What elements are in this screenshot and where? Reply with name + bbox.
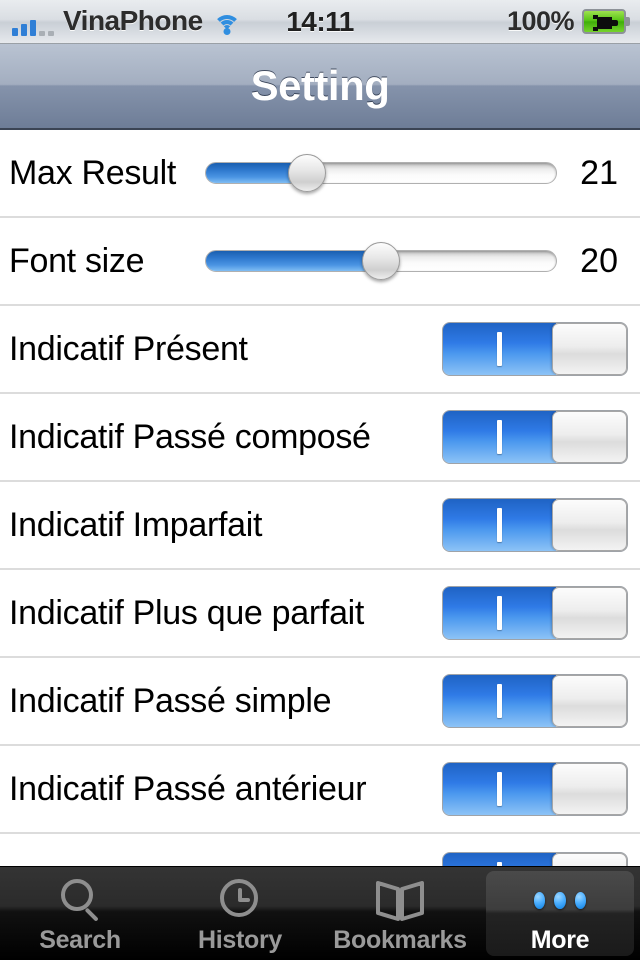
tab-label: More: [530, 925, 590, 954]
page-title: Setting: [250, 62, 390, 109]
table-row[interactable]: Indicatif Présent: [0, 306, 640, 394]
status-bar: VinaPhone 14:11 100%: [0, 0, 640, 44]
table-row[interactable]: Indicatif Passé antérieur: [0, 746, 640, 834]
toggle-on-mark-icon: [497, 420, 502, 454]
toggle-on-mark-icon: [497, 772, 502, 806]
phone-screen: VinaPhone 14:11 100% Setting Max Result …: [0, 0, 640, 960]
tab-history[interactable]: History: [160, 867, 320, 960]
toggle-switch[interactable]: [442, 322, 628, 376]
table-row[interactable]: Indicatif Passé simple: [0, 658, 640, 746]
three-dots-icon: [534, 877, 586, 925]
toggle-knob[interactable]: [552, 411, 627, 463]
table-row-partial[interactable]: [0, 834, 640, 866]
tab-label: Bookmarks: [333, 925, 467, 954]
status-bar-right: 100%: [507, 6, 630, 37]
toggle-knob[interactable]: [552, 587, 627, 639]
font-size-slider[interactable]: [205, 242, 557, 280]
toggle-knob[interactable]: [552, 763, 627, 815]
toggle-switch[interactable]: [442, 852, 628, 866]
toggle-on-mark-icon: [497, 684, 502, 718]
slider-value: 21: [580, 153, 618, 192]
row-label: Indicatif Présent: [9, 329, 248, 368]
toggle-switch[interactable]: [442, 762, 628, 816]
toggle-on-track: [443, 763, 556, 815]
toggle-switch[interactable]: [442, 586, 628, 640]
battery-percent-label: 100%: [506, 6, 575, 36]
table-row[interactable]: Indicatif Plus que parfait: [0, 570, 640, 658]
toggle-on-track: [443, 323, 556, 375]
row-label: Max Result: [9, 153, 177, 192]
toggle-on-mark-icon: [497, 508, 502, 542]
tab-search[interactable]: Search: [0, 867, 160, 960]
battery-charging-icon: [582, 9, 630, 34]
table-row[interactable]: Indicatif Passé composé: [0, 394, 640, 482]
navigation-bar: Setting: [0, 44, 640, 130]
toggle-knob[interactable]: [552, 323, 627, 375]
row-label: Indicatif Passé antérieur: [9, 769, 367, 808]
row-label: Indicatif Plus que parfait: [9, 593, 365, 632]
toggle-switch[interactable]: [442, 674, 628, 728]
slider-fill: [206, 251, 381, 271]
toggle-on-mark-icon: [497, 332, 502, 366]
slider-thumb[interactable]: [362, 242, 400, 280]
toggle-knob[interactable]: [552, 675, 627, 727]
max-result-slider[interactable]: [205, 154, 557, 192]
table-row[interactable]: Indicatif Imparfait: [0, 482, 640, 570]
slider-thumb[interactable]: [288, 154, 327, 192]
toggle-on-track: [443, 499, 556, 551]
slider-track[interactable]: [205, 162, 557, 184]
row-label: Indicatif Imparfait: [9, 505, 263, 544]
row-label: Font size: [9, 241, 145, 280]
toggle-on-track: [443, 675, 556, 727]
tab-more[interactable]: More: [480, 867, 640, 960]
toggle-knob[interactable]: [552, 499, 627, 551]
table-row[interactable]: Font size 20: [0, 218, 640, 306]
toggle-switch[interactable]: [442, 498, 628, 552]
toggle-on-track: [443, 587, 556, 639]
toggle-switch[interactable]: [442, 410, 628, 464]
clock-icon: [214, 877, 266, 925]
tab-bar[interactable]: Search History Bookmarks More: [0, 866, 640, 960]
tab-label: History: [197, 925, 283, 954]
toggle-on-mark-icon: [497, 596, 502, 630]
table-row[interactable]: Max Result 21: [0, 130, 640, 218]
settings-table[interactable]: Max Result 21 Font size 20 Indicatif Pré: [0, 130, 640, 866]
toggle-knob[interactable]: [552, 853, 627, 866]
toggle-on-track: [443, 853, 556, 866]
toggle-on-track: [443, 411, 556, 463]
row-label: Indicatif Passé composé: [9, 417, 371, 456]
magnifier-icon: [54, 877, 106, 925]
row-label: Indicatif Passé simple: [9, 681, 332, 720]
slider-value: 20: [580, 241, 618, 280]
book-icon: [374, 877, 426, 925]
tab-bookmarks[interactable]: Bookmarks: [320, 867, 480, 960]
tab-label: Search: [39, 925, 121, 954]
